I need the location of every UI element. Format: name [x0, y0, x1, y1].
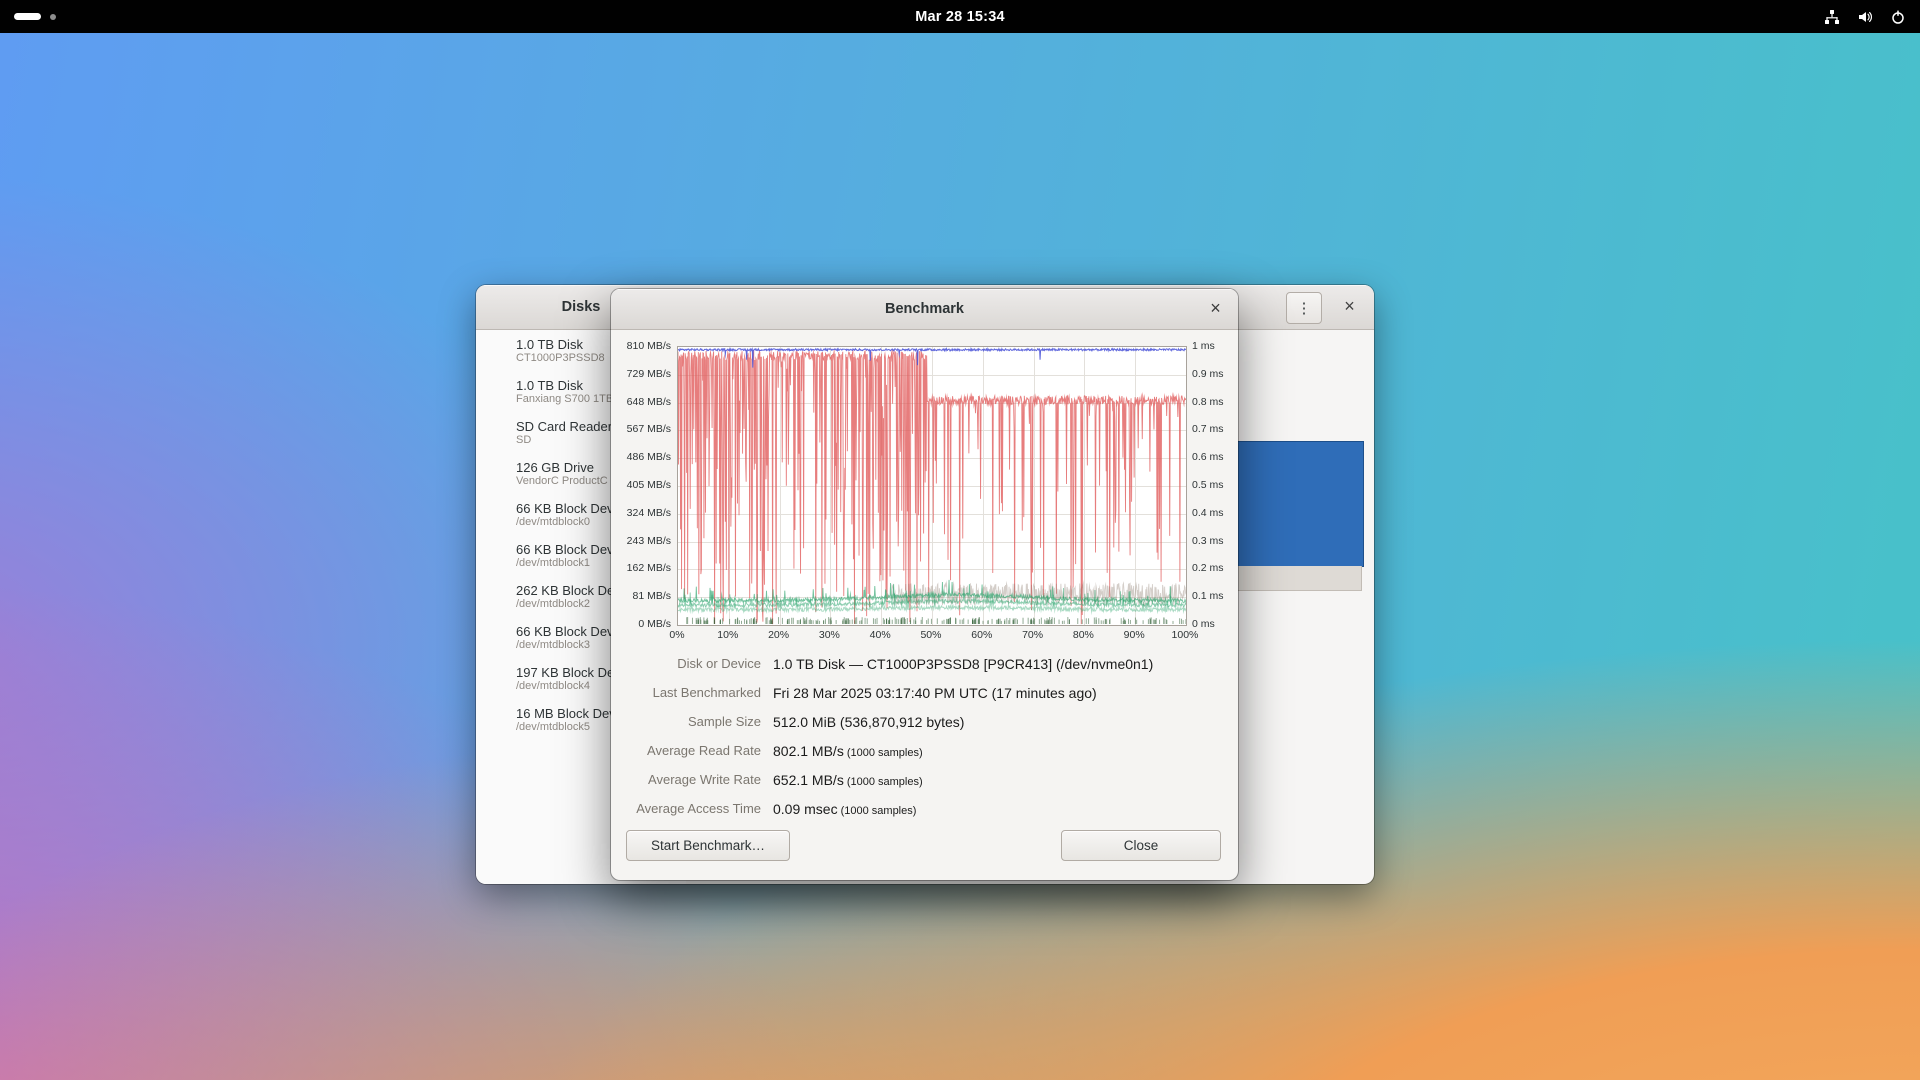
disk-subtitle: Fanxiang S700 1TB: [516, 393, 613, 406]
x-tick-label: 40%: [860, 629, 900, 641]
disk-title: 126 GB Drive: [516, 460, 608, 475]
detail-value: 802.1 MB/s(1000 samples): [773, 743, 923, 759]
y-right-tick-label: 0.2 ms: [1192, 562, 1224, 574]
y-right-tick-label: 0.6 ms: [1192, 451, 1224, 463]
gnome-top-bar: Mar 28 15:34: [0, 0, 1920, 33]
app-menu-button[interactable]: ⋮: [1286, 292, 1322, 324]
disk-title: 1.0 TB Disk: [516, 378, 613, 393]
y-left-tick-label: 243 MB/s: [627, 535, 671, 547]
detail-label: Average Write Rate: [611, 772, 761, 787]
y-left-tick-label: 162 MB/s: [627, 562, 671, 574]
x-tick-label: 10%: [708, 629, 748, 641]
y-right-tick-label: 0.4 ms: [1192, 507, 1224, 519]
x-tick-label: 0%: [657, 629, 697, 641]
y-left-tick-label: 81 MB/s: [632, 590, 671, 602]
y-right-tick-label: 0.3 ms: [1192, 535, 1224, 547]
detail-value: 0.09 msec(1000 samples): [773, 801, 916, 817]
disk-subtitle: CT1000P3PSSD8: [516, 352, 605, 365]
y-left-tick-label: 567 MB/s: [627, 423, 671, 435]
y-right-tick-label: 0.8 ms: [1192, 396, 1224, 408]
detail-label: Average Access Time: [611, 801, 761, 816]
dialog-actions: Start Benchmark… Close: [611, 830, 1238, 862]
disk-title: SD Card Reader: [516, 419, 612, 434]
benchmark-chart-canvas: [677, 346, 1187, 626]
y-axis-right-labels: 1 ms 0.9 ms 0.8 ms 0.7 ms 0.6 ms 0.5 ms 0.4 ms…: [1192, 340, 1236, 630]
x-tick-label: 70%: [1013, 629, 1053, 641]
detail-value: Fri 28 Mar 2025 03:17:40 PM UTC (17 minu…: [773, 685, 1100, 701]
disk-subtitle: VendorC ProductC: [516, 475, 608, 488]
detail-label: Disk or Device: [611, 656, 761, 671]
x-tick-label: 20%: [759, 629, 799, 641]
detail-row: Average Access Time 0.09 msec(1000 sampl…: [611, 794, 1238, 823]
workspace-pill-active: [14, 13, 41, 20]
benchmark-details: Disk or Device 1.0 TB Disk — CT1000P3PSS…: [611, 649, 1238, 823]
x-tick-label: 30%: [809, 629, 849, 641]
workspace-dot: [50, 14, 56, 20]
start-benchmark-button[interactable]: Start Benchmark…: [626, 830, 790, 861]
x-tick-label: 60%: [962, 629, 1002, 641]
y-left-tick-label: 486 MB/s: [627, 451, 671, 463]
close-button[interactable]: Close: [1061, 830, 1221, 861]
clock[interactable]: Mar 28 15:34: [915, 9, 1004, 25]
disk-title: 1.0 TB Disk: [516, 337, 605, 352]
detail-row: Average Write Rate 652.1 MB/s(1000 sampl…: [611, 765, 1238, 794]
volume-icon: [1857, 9, 1873, 25]
y-left-tick-label: 648 MB/s: [627, 396, 671, 408]
detail-row: Last Benchmarked Fri 28 Mar 2025 03:17:4…: [611, 678, 1238, 707]
network-icon: [1824, 9, 1840, 25]
detail-row: Disk or Device 1.0 TB Disk — CT1000P3PSS…: [611, 649, 1238, 678]
x-tick-label: 50%: [911, 629, 951, 641]
detail-label: Sample Size: [611, 714, 761, 729]
detail-label: Average Read Rate: [611, 743, 761, 758]
power-icon: [1890, 9, 1906, 25]
detail-label: Last Benchmarked: [611, 685, 761, 700]
y-left-tick-label: 405 MB/s: [627, 479, 671, 491]
y-left-tick-label: 729 MB/s: [627, 368, 671, 380]
disk-subtitle: SD: [516, 434, 612, 447]
disks-close-button[interactable]: ×: [1337, 294, 1362, 319]
detail-value: 652.1 MB/s(1000 samples): [773, 772, 923, 788]
y-right-tick-label: 1 ms: [1192, 340, 1215, 352]
benchmark-dialog: Benchmark × 810 MB/s 729 MB/s 648 MB/s 567 …: [611, 289, 1238, 880]
benchmark-header-bar: Benchmark ×: [611, 289, 1238, 330]
workspace-indicator[interactable]: [14, 0, 56, 33]
detail-value: 1.0 TB Disk — CT1000P3PSSD8 [P9CR413] (/…: [773, 656, 1156, 672]
benchmark-title: Benchmark: [885, 301, 964, 317]
y-left-tick-label: 324 MB/s: [627, 507, 671, 519]
benchmark-close-icon[interactable]: ×: [1203, 296, 1228, 321]
system-status-area[interactable]: [1824, 0, 1906, 33]
x-tick-label: 90%: [1114, 629, 1154, 641]
y-right-tick-label: 0.9 ms: [1192, 368, 1224, 380]
benchmark-chart: 810 MB/s 729 MB/s 648 MB/s 567 MB/s 486 MB/s…: [611, 329, 1238, 649]
x-tick-label: 80%: [1063, 629, 1103, 641]
y-right-tick-label: 0.1 ms: [1192, 590, 1224, 602]
y-axis-left-labels: 810 MB/s 729 MB/s 648 MB/s 567 MB/s 486 MB/s…: [611, 340, 671, 630]
y-right-tick-label: 0.5 ms: [1192, 479, 1224, 491]
y-right-tick-label: 0.7 ms: [1192, 423, 1224, 435]
detail-row: Sample Size 512.0 MiB (536,870,912 bytes…: [611, 707, 1238, 736]
detail-row: Average Read Rate 802.1 MB/s(1000 sample…: [611, 736, 1238, 765]
desktop-background: Mar 28 15:34 Disks ⋮ ×: [0, 0, 1920, 1080]
x-tick-label: 100%: [1165, 629, 1205, 641]
y-left-tick-label: 810 MB/s: [627, 340, 671, 352]
x-axis-labels: 0% 10% 20% 30% 40% 50% 60% 70% 80% 90% 100%: [657, 629, 1205, 641]
detail-value: 512.0 MiB (536,870,912 bytes): [773, 714, 967, 730]
